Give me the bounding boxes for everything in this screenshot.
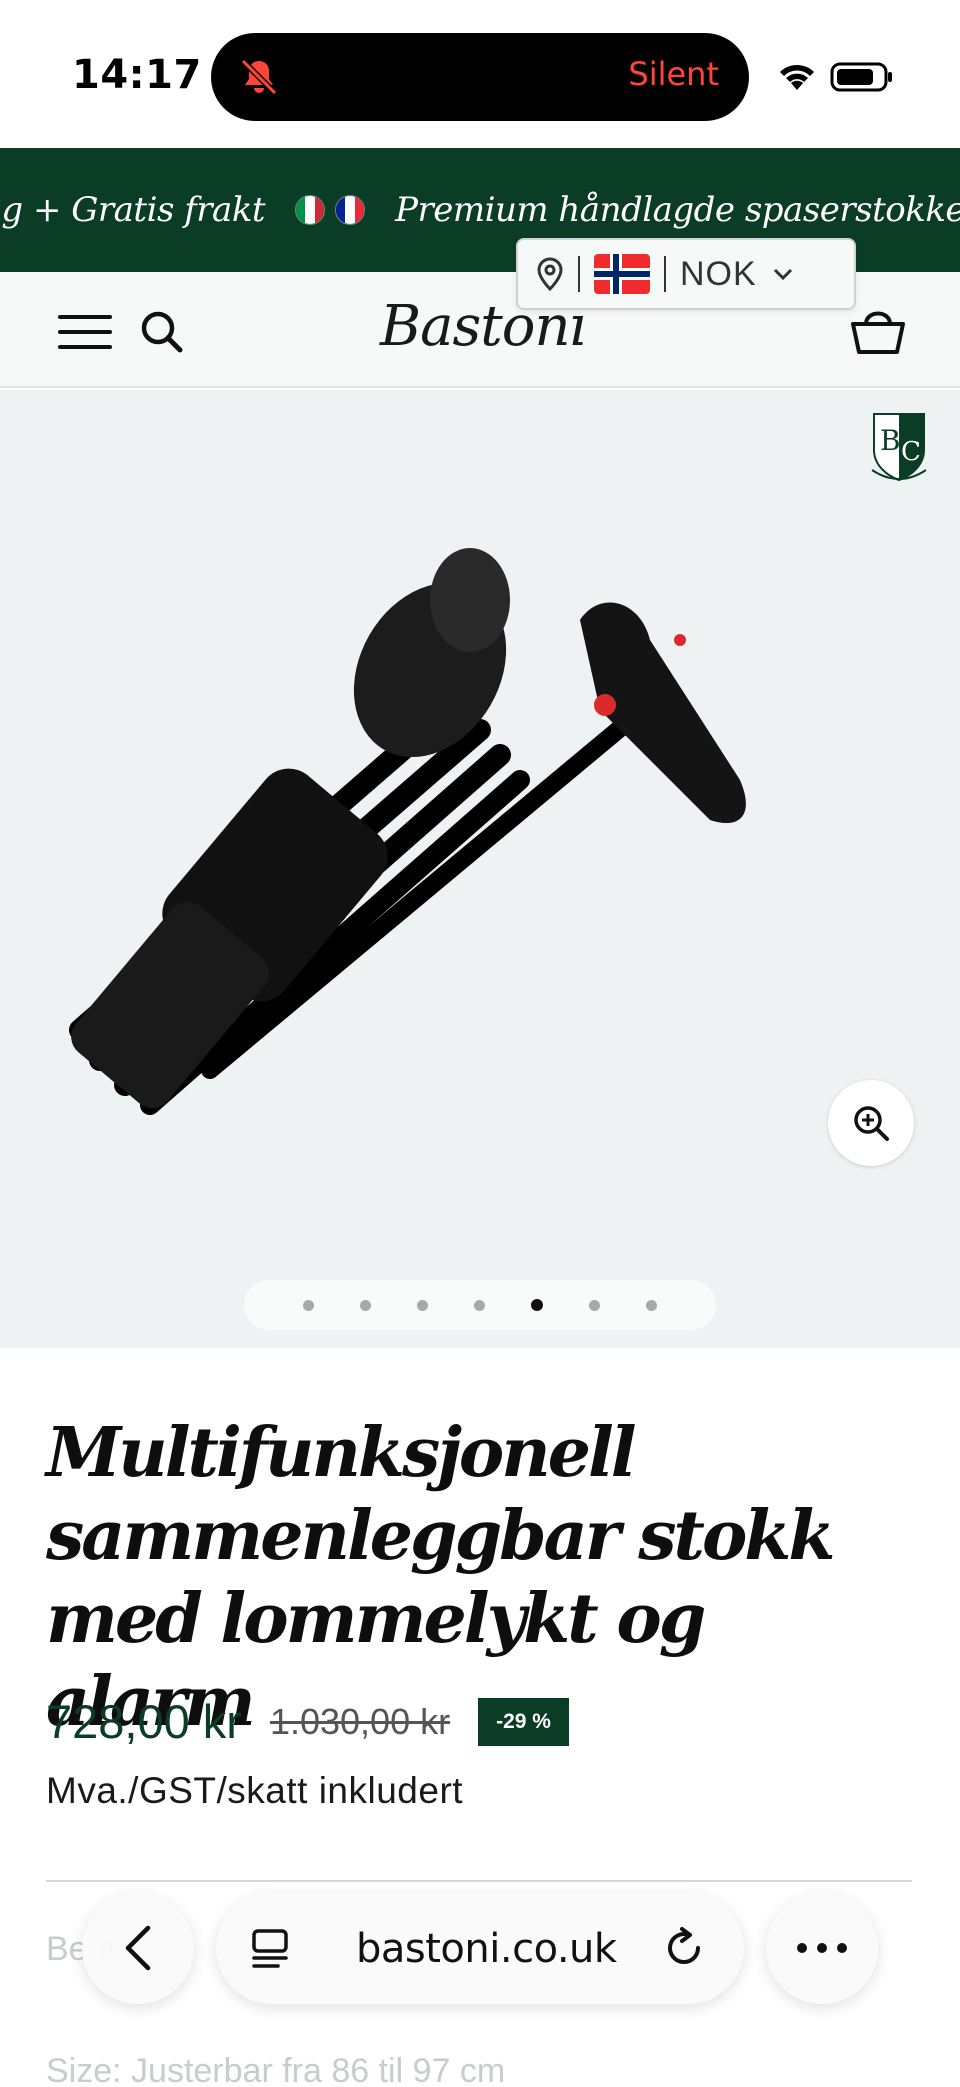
- url-bar[interactable]: bastoni.co.uk: [216, 1892, 744, 2004]
- battery-icon: [830, 62, 892, 92]
- gallery-dot[interactable]: [646, 1299, 657, 1311]
- gallery-dot[interactable]: [360, 1299, 371, 1311]
- price-current: 728,00 kr: [46, 1695, 242, 1748]
- reload-icon[interactable]: [664, 1926, 706, 1970]
- gallery-dot[interactable]: [417, 1299, 428, 1311]
- separator: [578, 256, 580, 292]
- gallery-dot-active[interactable]: [531, 1299, 543, 1311]
- search-icon[interactable]: [138, 308, 184, 354]
- bell-slash-icon: [240, 58, 278, 96]
- tax-note: Mva./GST/skatt inkludert: [46, 1770, 464, 1811]
- more-dots-icon: [797, 1943, 847, 1953]
- gallery-dot[interactable]: [303, 1299, 314, 1311]
- gallery-pagination: [244, 1280, 716, 1330]
- back-button[interactable]: [82, 1892, 194, 2004]
- price-original: 1.030,00 kr: [269, 1700, 451, 1742]
- zoom-in-icon: [854, 1106, 889, 1141]
- divider: [46, 1880, 912, 1882]
- currency-selector[interactable]: NOK: [516, 238, 856, 310]
- promo-text-premium: Premium håndlagde spaserstokker: [395, 190, 960, 230]
- chevron-down-icon: [773, 268, 792, 281]
- url-text[interactable]: bastoni.co.uk: [356, 1926, 617, 1972]
- product-gallery[interactable]: B C: [0, 390, 960, 1348]
- promo-text-free-shipping: ong + Gratis frakt: [0, 190, 266, 230]
- france-flag-icon: [335, 195, 366, 225]
- menu-icon[interactable]: [58, 314, 112, 350]
- separator: [664, 256, 666, 292]
- wifi-icon: [780, 64, 814, 90]
- product-image[interactable]: [40, 530, 920, 1150]
- gallery-dot[interactable]: [589, 1299, 600, 1311]
- discount-badge: -29 %: [478, 1697, 569, 1746]
- zoom-button[interactable]: [828, 1080, 914, 1166]
- gallery-dot[interactable]: [474, 1299, 485, 1311]
- norway-flag-icon: [594, 254, 650, 294]
- italy-flag-icon: [295, 195, 326, 225]
- size-info: Size: Justerbar fra 86 til 97 cm: [46, 2052, 506, 2087]
- dynamic-island: Silent: [211, 33, 749, 121]
- more-button[interactable]: [766, 1892, 878, 2004]
- status-bar: 14:17 Silent: [0, 0, 960, 148]
- flag-pair: [295, 195, 366, 225]
- chevron-left-icon: [125, 1925, 151, 1971]
- currency-code: NOK: [680, 254, 757, 293]
- status-time: 14:17: [72, 52, 202, 98]
- svg-text:B: B: [880, 424, 901, 457]
- price-row: 728,00 kr 1.030,00 kr -29 %: [46, 1694, 569, 1749]
- silent-label: Silent: [628, 55, 719, 93]
- brand-crest-icon: B C: [871, 413, 927, 482]
- cart-icon[interactable]: [850, 304, 906, 356]
- tabs-icon[interactable]: [250, 1928, 290, 1970]
- location-pin-icon: [537, 257, 563, 291]
- svg-text:C: C: [901, 437, 921, 467]
